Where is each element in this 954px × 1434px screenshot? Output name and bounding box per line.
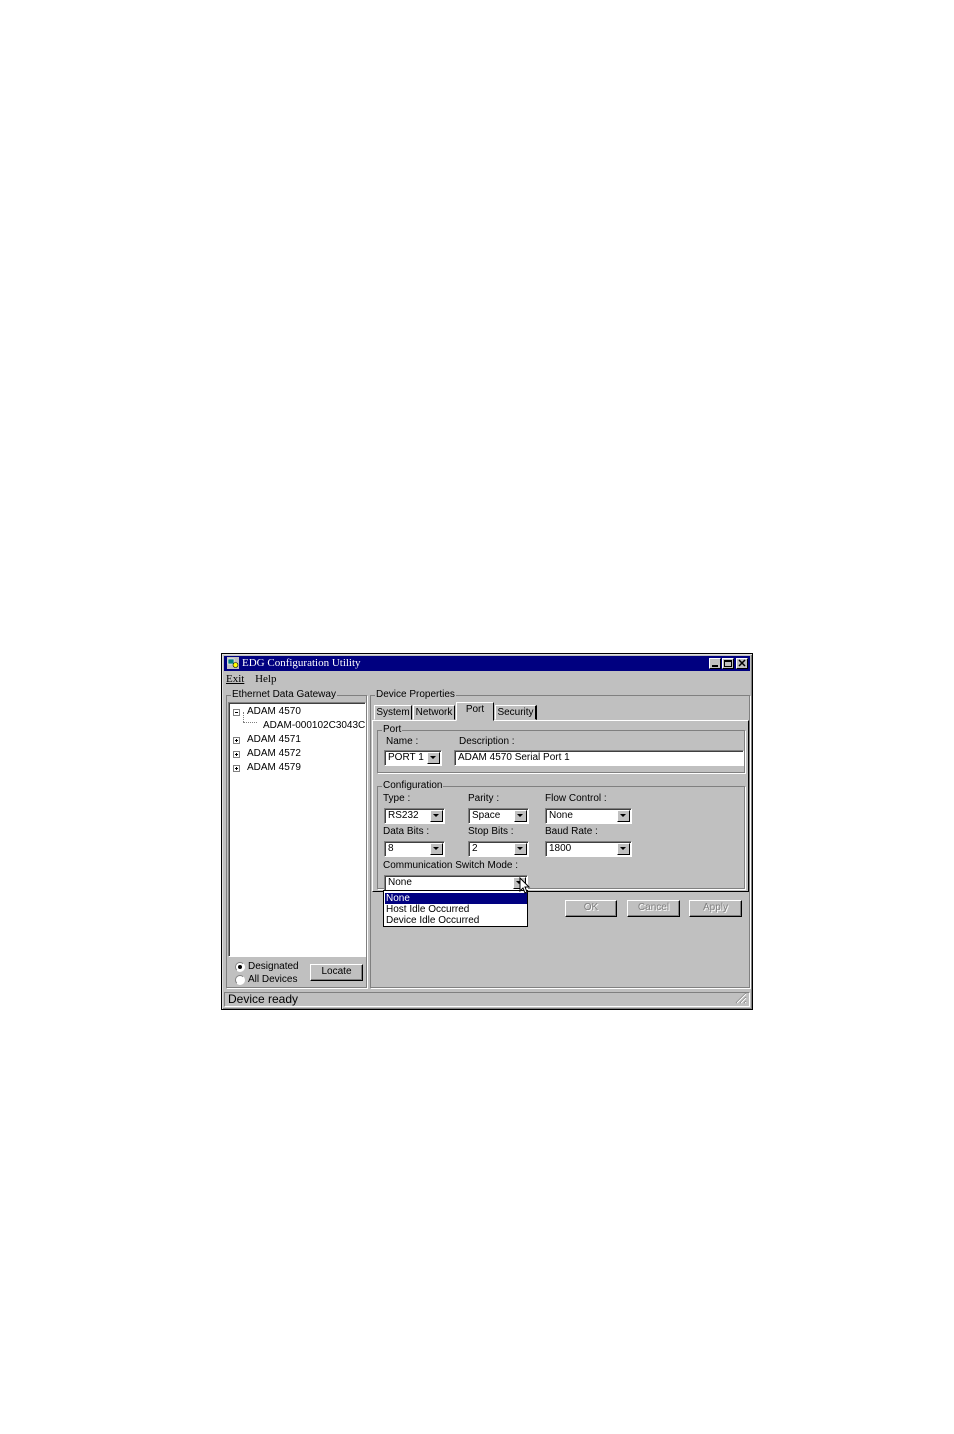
- description-input[interactable]: ADAM 4570 Serial Port 1: [454, 750, 744, 766]
- chevron-down-icon[interactable]: [514, 810, 527, 822]
- app-icon: [227, 657, 239, 669]
- chevron-down-icon[interactable]: [617, 810, 630, 822]
- window-title: EDG Configuration Utility: [242, 657, 361, 669]
- status-bar: Device ready: [224, 992, 750, 1007]
- dropdown-option-device-idle[interactable]: Device Idle Occurred: [385, 915, 527, 926]
- dropdown-option-host-idle[interactable]: Host Idle Occurred: [385, 904, 527, 915]
- baud-rate-select[interactable]: 1800: [545, 841, 632, 857]
- menu-help[interactable]: Help: [255, 673, 276, 685]
- port-group-title: Port: [382, 724, 403, 736]
- tree-item-adam4571[interactable]: ADAM 4571: [247, 734, 301, 746]
- switch-mode-value: None: [388, 877, 412, 888]
- switch-mode-label: Communication Switch Mode :: [383, 860, 519, 871]
- parity-value: Space: [472, 810, 501, 821]
- tab-system[interactable]: System: [374, 705, 412, 720]
- dropdown-option-none[interactable]: None: [385, 893, 527, 904]
- radio-designated-label: Designated: [248, 961, 299, 972]
- baud-rate-label: Baud Rate :: [545, 826, 598, 837]
- status-text: Device ready: [228, 992, 299, 1006]
- type-value: RS232: [388, 810, 419, 821]
- tree-item-adam4579[interactable]: ADAM 4579: [247, 762, 301, 774]
- flow-control-label: Flow Control :: [545, 793, 607, 804]
- name-label: Name :: [386, 736, 419, 747]
- mouse-cursor-icon: [519, 877, 531, 894]
- data-bits-label: Data Bits :: [383, 826, 430, 837]
- title-bar[interactable]: EDG Configuration Utility: [224, 656, 750, 671]
- chevron-down-icon[interactable]: [430, 810, 443, 822]
- stop-bits-select[interactable]: 2: [468, 841, 529, 857]
- type-label: Type :: [383, 793, 411, 804]
- resize-grip-icon[interactable]: [735, 992, 747, 1004]
- switch-mode-dropdown: None Host Idle Occurred Device Idle Occu…: [383, 890, 528, 927]
- data-bits-value: 8: [388, 843, 394, 854]
- expand-icon[interactable]: [233, 765, 240, 772]
- expand-icon[interactable]: [233, 751, 240, 758]
- close-icon[interactable]: [736, 658, 748, 669]
- chevron-down-icon[interactable]: [514, 843, 527, 855]
- menu-bar: Exit Help: [226, 673, 284, 687]
- data-bits-select[interactable]: 8: [384, 841, 445, 857]
- tree-item-adam4570[interactable]: ADAM 4570: [247, 706, 301, 718]
- stop-bits-label: Stop Bits :: [468, 826, 514, 837]
- tree-item-adam-000102c3043c[interactable]: ADAM-000102C3043C: [263, 720, 365, 732]
- port-name-value: PORT 1: [388, 752, 424, 763]
- switch-mode-select[interactable]: None: [384, 875, 528, 891]
- flow-control-select[interactable]: None: [545, 808, 632, 824]
- chevron-down-icon[interactable]: [617, 843, 630, 855]
- chevron-down-icon[interactable]: [430, 843, 443, 855]
- description-value: ADAM 4570 Serial Port 1: [458, 752, 570, 763]
- radio-designated[interactable]: [235, 962, 245, 972]
- parity-select[interactable]: Space: [468, 808, 529, 824]
- type-select[interactable]: RS232: [384, 808, 445, 824]
- tree-item-adam4572[interactable]: ADAM 4572: [247, 748, 301, 760]
- tab-port[interactable]: Port: [456, 702, 494, 721]
- flow-control-value: None: [549, 810, 573, 821]
- locate-button[interactable]: Locate: [310, 964, 363, 981]
- expand-icon[interactable]: [233, 737, 240, 744]
- minimize-icon[interactable]: [709, 658, 721, 669]
- cancel-button[interactable]: Cancel: [627, 900, 680, 917]
- parity-label: Parity :: [468, 793, 500, 804]
- tab-network[interactable]: Network: [413, 705, 455, 720]
- menu-exit[interactable]: Exit: [226, 673, 244, 685]
- app-window: EDG Configuration Utility Exit Help Ethe…: [221, 653, 753, 1010]
- collapse-icon[interactable]: [233, 709, 240, 716]
- baud-rate-value: 1800: [549, 843, 572, 854]
- device-tree[interactable]: ADAM 4570 ADAM-000102C3043C ADAM 4571 AD…: [228, 702, 366, 957]
- description-label: Description :: [459, 736, 515, 747]
- chevron-down-icon[interactable]: [427, 752, 440, 764]
- radio-all-devices[interactable]: [235, 975, 245, 985]
- gateway-group-title: Ethernet Data Gateway: [231, 689, 337, 701]
- ok-button[interactable]: OK: [565, 900, 617, 917]
- stop-bits-value: 2: [472, 843, 478, 854]
- apply-button[interactable]: Apply: [689, 900, 742, 917]
- radio-all-devices-label: All Devices: [248, 974, 298, 985]
- device-properties-title: Device Properties: [375, 689, 456, 701]
- configuration-group-title: Configuration: [382, 780, 444, 792]
- maximize-icon[interactable]: [722, 658, 734, 669]
- port-name-select[interactable]: PORT 1: [384, 750, 442, 766]
- tab-security[interactable]: Security: [495, 705, 537, 720]
